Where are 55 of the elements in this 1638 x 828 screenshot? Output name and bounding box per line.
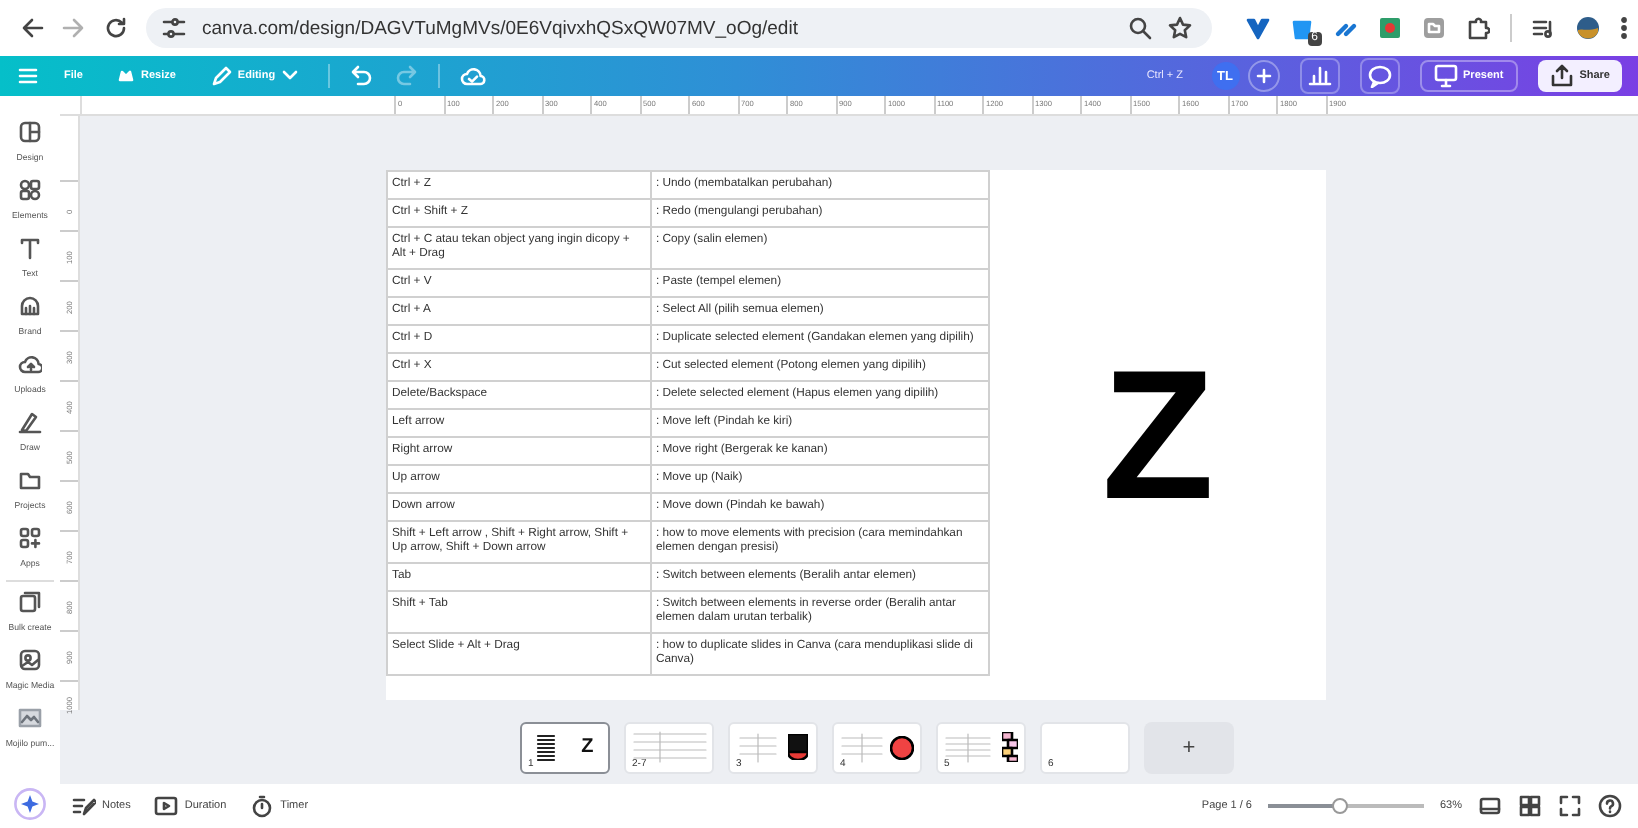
screen-icon [1433, 64, 1458, 88]
slider-thumb[interactable] [1331, 798, 1348, 814]
mini-table-drawing [839, 731, 884, 763]
star-icon[interactable] [1168, 16, 1192, 40]
draw-icon [18, 410, 42, 434]
record-icon[interactable] [1378, 16, 1402, 40]
projects-icon [18, 468, 42, 492]
address-bar[interactable]: canva.com/design/DAGVTuMgMVs/0E6VqivxhQSxQW07MV_oOg/edit [146, 8, 1212, 48]
chart-icon[interactable] [1299, 58, 1340, 94]
timer-icon [250, 794, 275, 818]
media-icon[interactable] [1532, 16, 1556, 40]
play-icon [154, 794, 179, 818]
reload-icon[interactable] [104, 16, 128, 40]
design-icon [18, 120, 42, 144]
elements-icon [18, 178, 42, 202]
folder-icon[interactable] [1422, 16, 1446, 40]
mini-table-drawing [944, 731, 993, 763]
magic-icon [18, 648, 42, 672]
share-icon [1549, 64, 1574, 88]
stripes-drawing [1001, 732, 1018, 762]
v-shape-icon[interactable] [1246, 16, 1270, 40]
zoom-icon[interactable] [1128, 16, 1152, 40]
comment-icon[interactable] [1359, 58, 1400, 94]
grid-icon[interactable] [1518, 794, 1542, 818]
brand-icon [18, 294, 42, 318]
image-icon [18, 706, 42, 730]
square-drawing [788, 734, 809, 760]
mini-table-drawing [536, 731, 557, 763]
dot-drawing [890, 735, 915, 759]
pages-icon[interactable] [1478, 794, 1502, 818]
mini-table-drawing [631, 730, 707, 764]
undo-icon[interactable] [349, 64, 374, 88]
more-icon[interactable] [1620, 16, 1628, 40]
mini-table-drawing [737, 731, 778, 763]
cloud-check-icon[interactable] [459, 64, 486, 88]
thumbnail-letter: Z [581, 736, 594, 758]
url-text: canva.com/design/DAGVTuMgMVs/0E6VqivxhQSxQW07MV_oOg/edit [202, 17, 798, 39]
bulk-icon [18, 590, 42, 614]
fullscreen-icon[interactable] [1558, 794, 1582, 818]
slide-letter: Z [1101, 343, 1215, 527]
caret-icon [281, 68, 298, 84]
puzzle-icon[interactable] [1466, 16, 1490, 40]
crown-icon [118, 68, 135, 84]
pencil-icon [211, 66, 232, 86]
add-icon[interactable] [1247, 60, 1280, 92]
profile-icon[interactable] [1576, 16, 1600, 40]
back-icon[interactable] [20, 16, 44, 40]
text-icon [18, 236, 42, 260]
site-settings-icon[interactable] [162, 16, 186, 40]
notes-icon [72, 794, 96, 818]
uploads-icon [18, 352, 42, 376]
apps-icon [18, 526, 42, 550]
help-icon[interactable] [1598, 794, 1622, 818]
sparkle-icon[interactable] [14, 788, 46, 820]
add-page-button[interactable]: + [1144, 721, 1234, 773]
